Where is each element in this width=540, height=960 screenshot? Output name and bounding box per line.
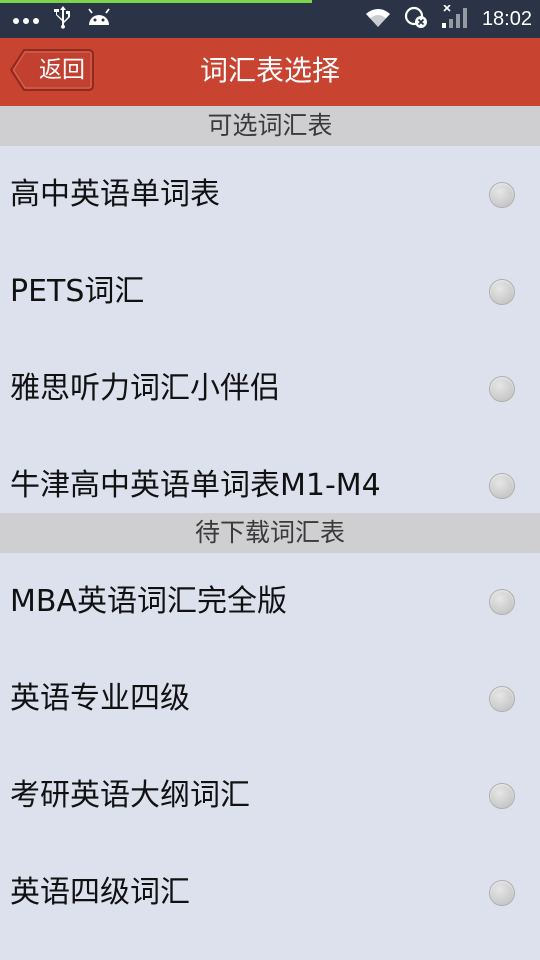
radio-button[interactable] <box>489 279 515 305</box>
signal-icon <box>440 4 470 33</box>
list-item[interactable]: 高中英语单词表 <box>0 146 540 243</box>
radio-button[interactable] <box>489 376 515 402</box>
back-button-label: 返回 <box>39 57 85 83</box>
list-item-label: PETS词汇 <box>10 274 145 309</box>
radio-button[interactable] <box>489 686 515 712</box>
radio-button[interactable] <box>489 589 515 615</box>
more-dots-icon <box>12 10 40 29</box>
section-header-to-download: 待下载词汇表 <box>0 513 540 553</box>
status-bar: 18:02 <box>0 0 540 38</box>
usb-icon <box>54 5 72 33</box>
list-item-label: 英语四级词汇 <box>10 875 190 910</box>
list-item-label: 考研英语大纲词汇 <box>10 778 250 813</box>
wifi-icon <box>364 6 392 32</box>
status-progress-line <box>0 0 312 3</box>
title-bar: 返回 词汇表选择 <box>0 38 540 106</box>
list-item[interactable]: 考研英语大纲词汇 <box>0 747 540 844</box>
sync-off-icon <box>404 5 428 33</box>
android-icon <box>86 7 112 31</box>
radio-button[interactable] <box>489 880 515 906</box>
list-item-label: 英语专业四级 <box>10 681 190 716</box>
list-item-label: 高中英语单词表 <box>10 177 220 212</box>
list-item[interactable]: 雅思听力词汇小伴侣 <box>0 340 540 437</box>
back-button[interactable]: 返回 <box>10 49 94 91</box>
list-item-label: MBA英语词汇完全版 <box>10 584 287 619</box>
list-item[interactable]: MBA英语词汇完全版 <box>0 553 540 650</box>
radio-button[interactable] <box>489 473 515 499</box>
list-item[interactable]: 英语专业四级 <box>0 650 540 747</box>
list-item-label: 雅思听力词汇小伴侣 <box>10 371 280 406</box>
list-item[interactable]: 英语四级词汇 <box>0 844 540 941</box>
radio-button[interactable] <box>489 182 515 208</box>
section-header-available: 可选词汇表 <box>0 106 540 146</box>
status-time: 18:02 <box>481 7 532 30</box>
list-item[interactable]: PETS词汇 <box>0 243 540 340</box>
radio-button[interactable] <box>489 783 515 809</box>
